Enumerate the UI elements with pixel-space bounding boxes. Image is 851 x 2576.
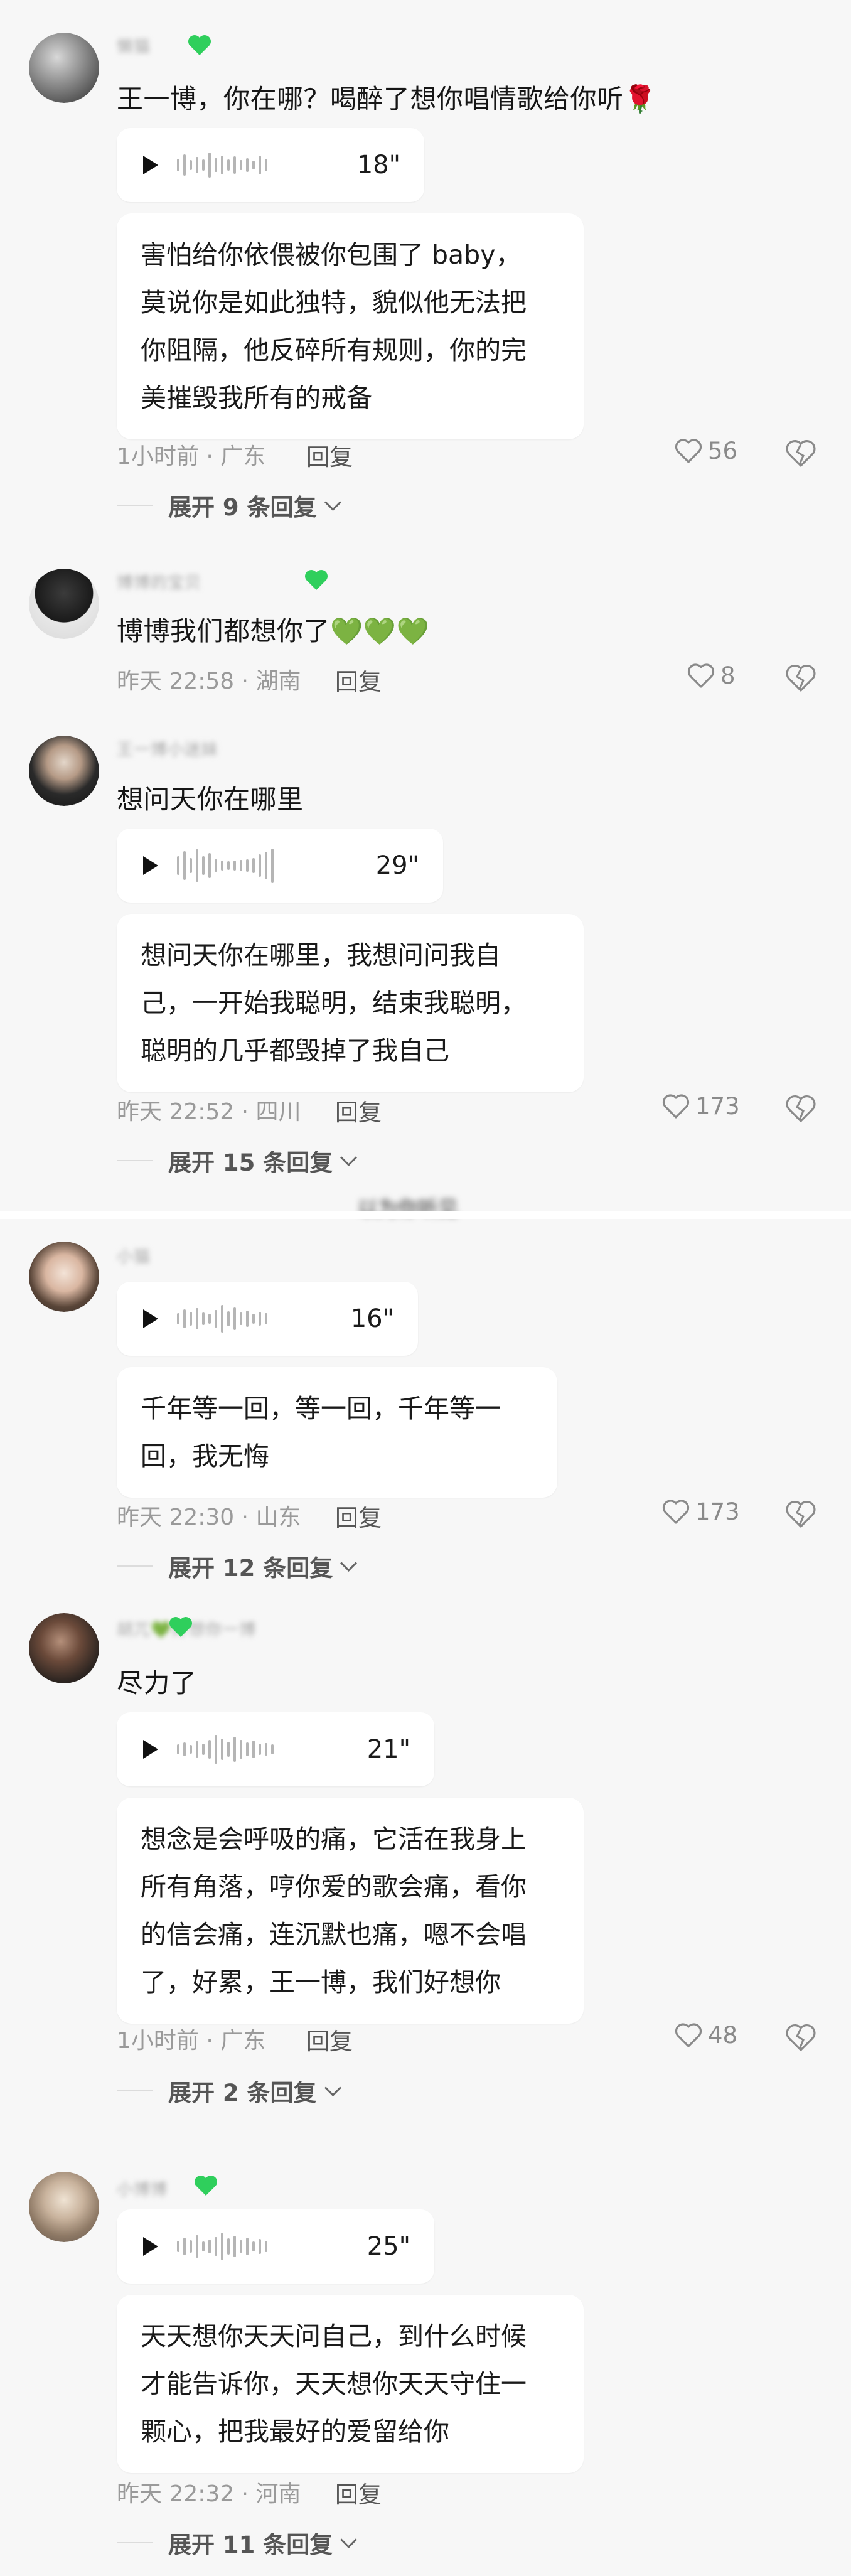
like-button[interactable]: 173	[661, 1092, 740, 1120]
username[interactable]: 博博的宝贝	[117, 570, 201, 593]
expand-replies-label: 展开 12 条回复	[168, 1555, 333, 1582]
username[interactable]: 小博博	[117, 2177, 168, 2200]
like-button[interactable]: 173	[661, 1498, 740, 1525]
expand-replies[interactable]: 展开 2 条回复	[117, 2074, 341, 2108]
like-button[interactable]: 48	[674, 2021, 737, 2049]
voice-message[interactable]: 18"	[117, 128, 424, 202]
reply-button[interactable]: 回复	[306, 2022, 353, 2056]
waveform	[177, 146, 267, 184]
chevron-down-icon	[324, 2079, 341, 2096]
avatar[interactable]	[29, 569, 99, 639]
heart-outline-icon	[662, 1094, 690, 1119]
comment-text: 博博我们都想你了💚💚💚	[117, 616, 430, 647]
comment-text: 想问天你在哪里	[117, 784, 304, 815]
chevron-down-icon	[340, 1149, 358, 1166]
expand-replies[interactable]: 展开 15 条回复	[117, 1144, 358, 1178]
voice-duration: 29"	[375, 851, 419, 880]
heart-outline-icon	[662, 1500, 690, 1524]
chevron-down-icon	[340, 1554, 358, 1572]
voice-transcript: 想问天你在哪里，我想问问我自 己，一开始我聪明，结束我聪明， 聪明的几乎都毁掉了…	[117, 914, 584, 1092]
play-icon[interactable]	[143, 2237, 158, 2256]
avatar[interactable]	[29, 1242, 99, 1312]
avatar[interactable]	[29, 2172, 99, 2242]
expand-replies-label: 展开 9 条回复	[168, 494, 317, 521]
username[interactable]: 懒猫	[117, 34, 151, 57]
like-count: 48	[708, 2021, 738, 2049]
voice-duration: 25"	[367, 2232, 410, 2261]
green-heart-icon	[305, 570, 328, 590]
voice-message[interactable]: 25"	[117, 2209, 434, 2284]
voice-transcript: 天天想你天天问自己，到什么时候 才能告诉你，天天想你天天守住一 颗心，把我最好的…	[117, 2295, 584, 2473]
voice-duration: 21"	[367, 1735, 410, 1764]
voice-transcript: 害怕给你依偎被你包围了 baby， 莫说你是如此独特，貌似他无法把 你阻隔，他反…	[117, 213, 584, 439]
broken-heart-icon[interactable]	[784, 2021, 817, 2054]
chevron-down-icon	[340, 2531, 358, 2548]
voice-message[interactable]: 16"	[117, 1282, 418, 1356]
avatar[interactable]	[29, 736, 99, 806]
section-divider	[0, 1211, 851, 1219]
like-button[interactable]: 8	[687, 662, 736, 689]
broken-heart-icon[interactable]	[784, 662, 817, 694]
voice-transcript: 千年等一回，等一回，千年等一 回，我无悔	[117, 1367, 557, 1498]
reply-button[interactable]: 回复	[335, 663, 382, 697]
play-icon[interactable]	[143, 156, 158, 174]
waveform	[177, 1731, 274, 1768]
comment-feed: 懒猫 王一博，你在哪？喝醉了想你唱情歌给你听🌹 18" 害怕给你依偎被你包围了 …	[0, 0, 851, 2576]
reply-button[interactable]: 回复	[335, 1499, 382, 1533]
broken-heart-icon[interactable]	[784, 437, 817, 470]
comment-text: 王一博，你在哪？喝醉了想你唱情歌给你听🌹	[117, 83, 657, 114]
green-heart-icon	[188, 35, 211, 55]
comment-meta: 1小时前 · 广东	[117, 2028, 266, 2054]
voice-duration: 18"	[356, 151, 400, 180]
voice-message[interactable]: 21"	[117, 1712, 434, 1786]
expand-replies[interactable]: 展开 12 条回复	[117, 1549, 358, 1583]
voice-message[interactable]: 29"	[117, 829, 443, 903]
expand-replies-label: 展开 2 条回复	[168, 2080, 317, 2106]
avatar[interactable]	[29, 33, 99, 103]
broken-heart-icon[interactable]	[784, 1092, 817, 1125]
like-count: 56	[708, 437, 738, 464]
like-button[interactable]: 56	[674, 437, 737, 464]
like-count: 173	[695, 1092, 740, 1120]
reply-button[interactable]: 回复	[335, 1093, 382, 1127]
expand-replies-label: 展开 11 条回复	[168, 2531, 333, 2558]
green-heart-icon	[195, 2176, 217, 2196]
waveform	[177, 1300, 267, 1338]
waveform	[177, 2228, 267, 2265]
comment-meta: 昨天 22:58 · 湖南	[117, 668, 301, 694]
like-count: 173	[695, 1498, 740, 1525]
expand-replies[interactable]: 展开 9 条回复	[117, 488, 341, 522]
expand-replies-label: 展开 15 条回复	[168, 1149, 333, 1176]
chevron-down-icon	[324, 493, 341, 511]
like-count: 8	[720, 662, 736, 689]
waveform	[177, 847, 274, 884]
username[interactable]: 小猫	[117, 1244, 151, 1267]
reply-button[interactable]: 回复	[306, 438, 353, 472]
username[interactable]: 王一博小迷妹	[117, 737, 218, 760]
heart-outline-icon	[675, 2023, 702, 2047]
play-icon[interactable]	[143, 1309, 158, 1328]
green-heart-icon	[169, 1617, 192, 1637]
heart-outline-icon	[687, 663, 715, 688]
broken-heart-icon[interactable]	[784, 1498, 817, 1530]
comment-text: 尽力了	[117, 1668, 197, 1699]
comment-meta: 昨天 22:32 · 河南	[117, 2481, 301, 2507]
expand-replies[interactable]: 展开 11 条回复	[117, 2526, 358, 2560]
heart-outline-icon	[675, 439, 702, 463]
comment-meta: 昨天 22:30 · 山东	[117, 1505, 301, 1530]
play-icon[interactable]	[143, 856, 158, 875]
comment-meta: 昨天 22:52 · 四川	[117, 1099, 301, 1125]
avatar[interactable]	[29, 1613, 99, 1683]
voice-transcript: 想念是会呼吸的痛，它活在我身上 所有角落，哼你爱的歌会痛，看你 的信会痛，连沉默…	[117, 1798, 584, 2024]
play-icon[interactable]	[143, 1740, 158, 1759]
reply-button[interactable]: 回复	[335, 2476, 382, 2509]
comment-meta: 1小时前 · 广东	[117, 444, 266, 470]
voice-duration: 16"	[350, 1304, 394, 1333]
